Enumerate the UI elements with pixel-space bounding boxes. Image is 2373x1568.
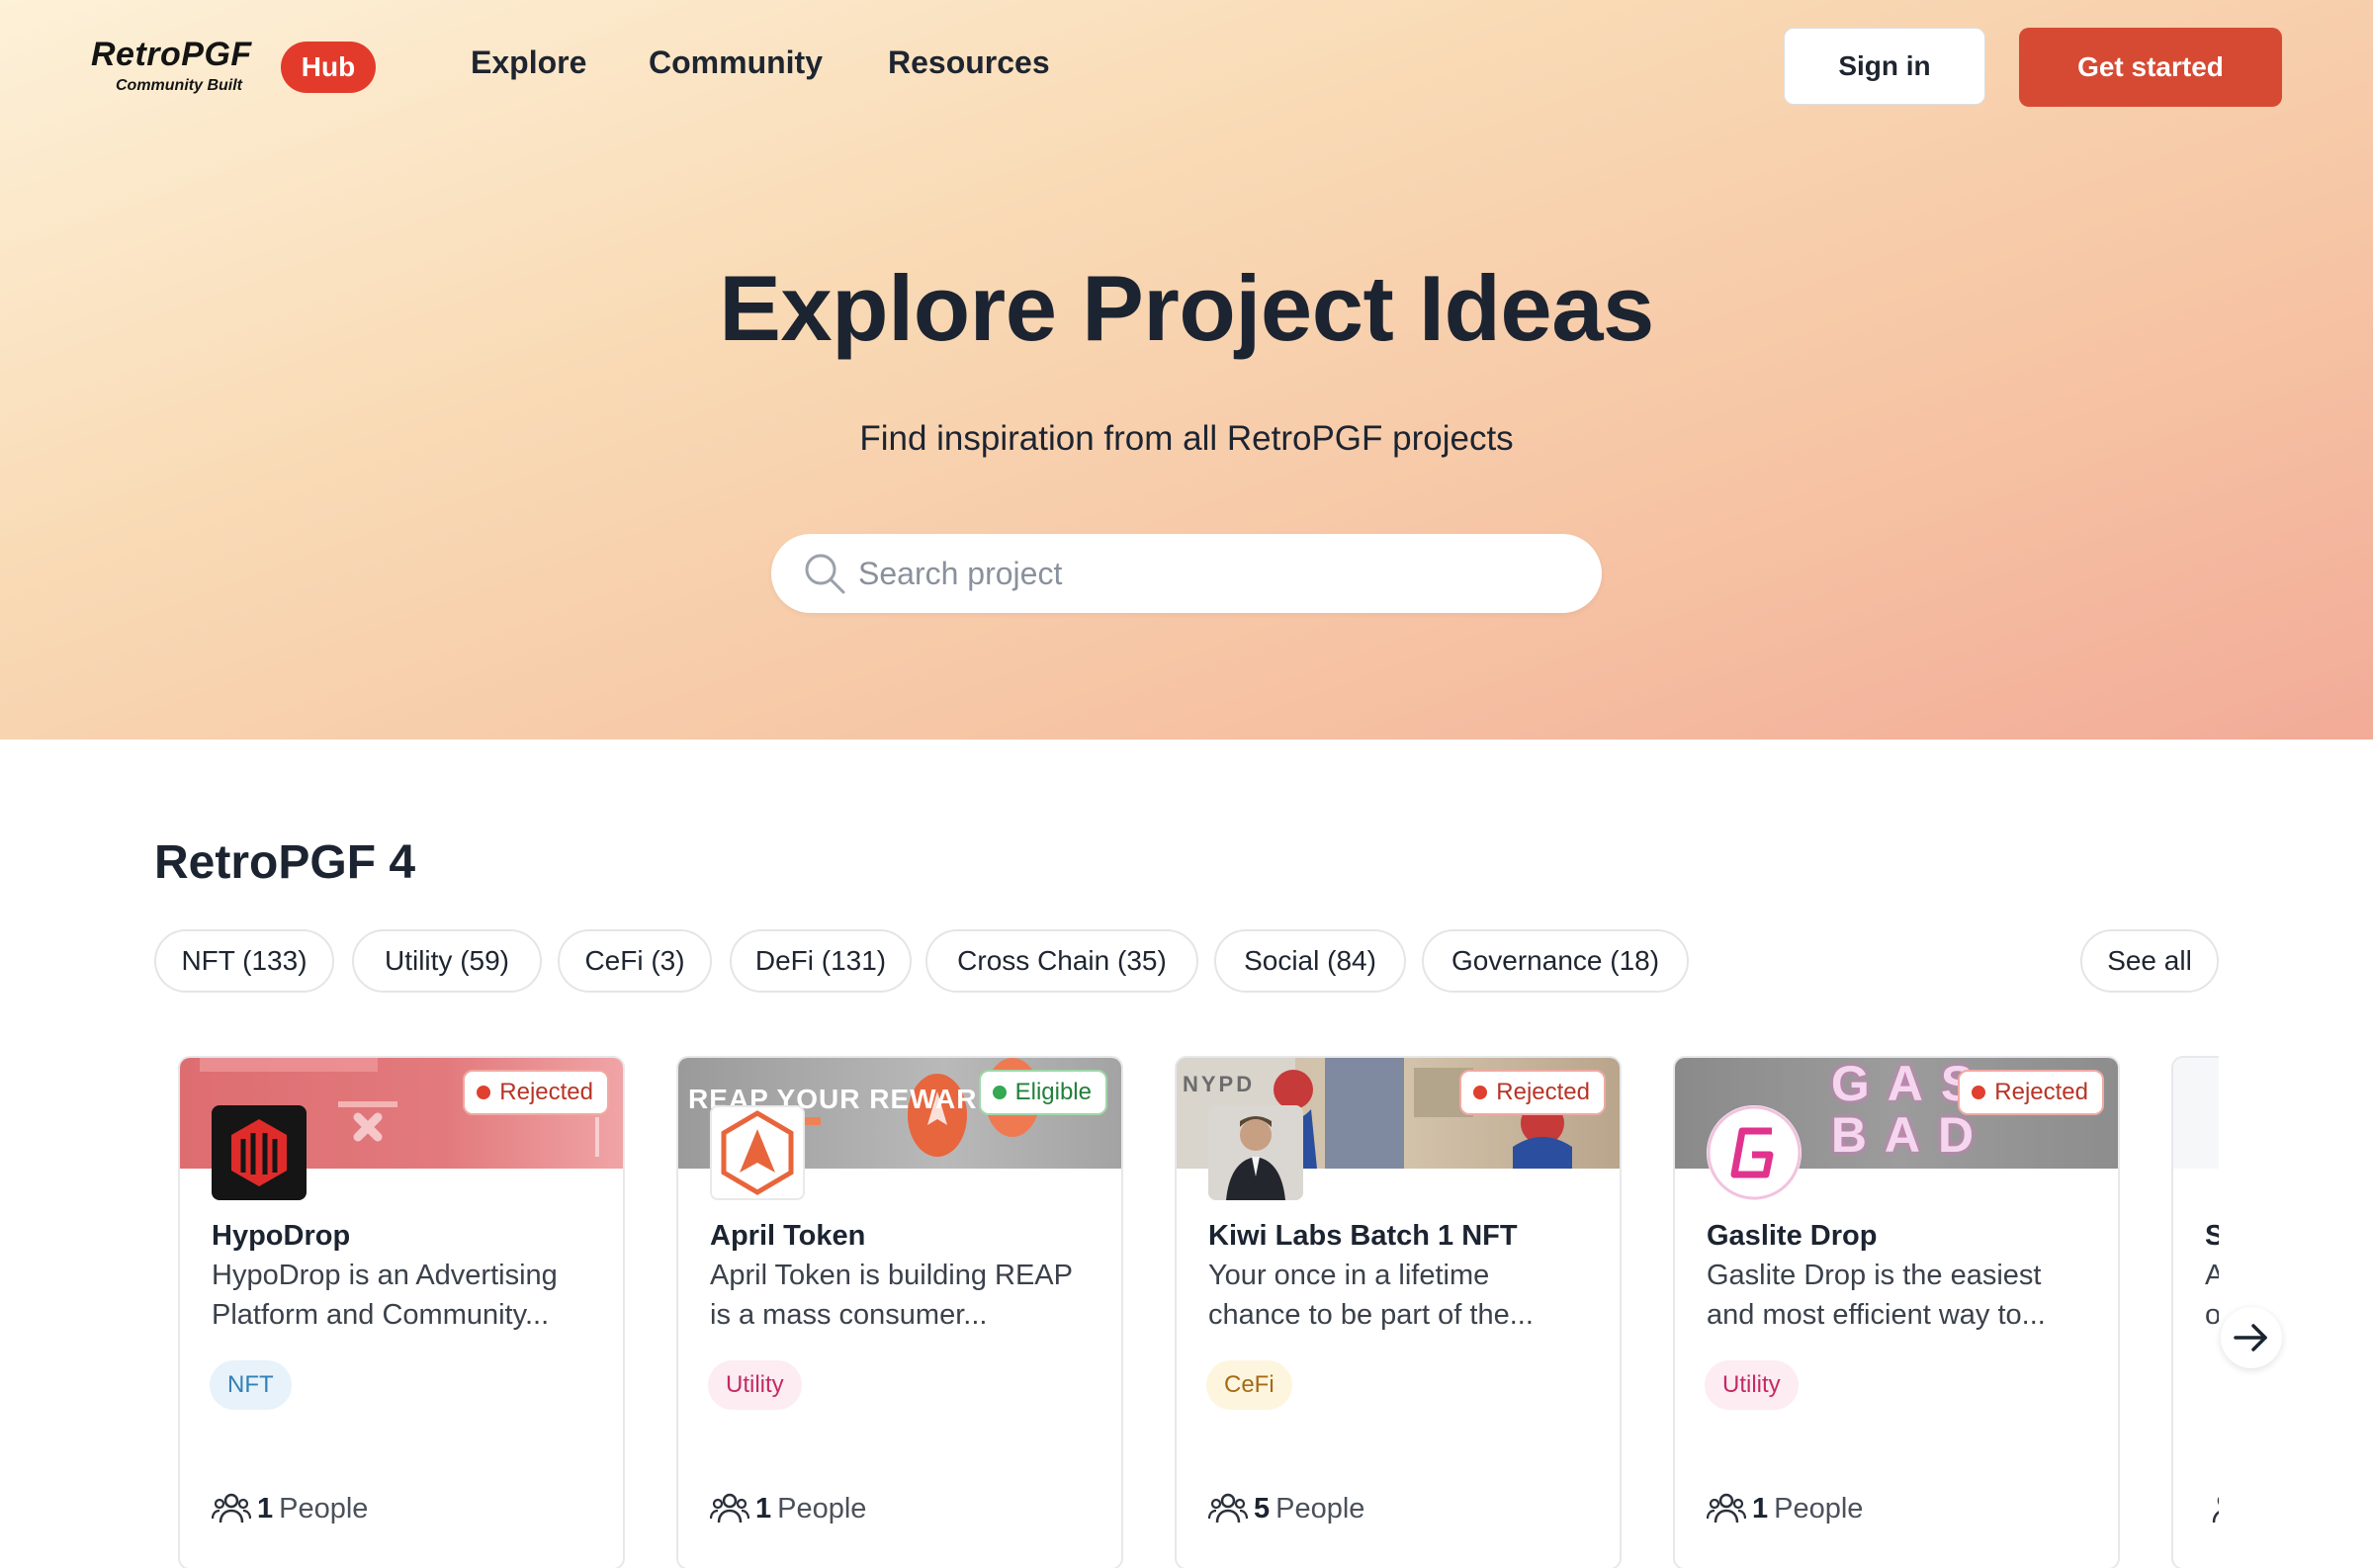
page-subtitle: Find inspiration from all RetroPGF proje… xyxy=(859,419,1514,458)
kiwi-labs-logo-icon xyxy=(1208,1105,1303,1200)
people-icon xyxy=(2212,1496,2219,1524)
project-card-partial[interactable]: S A o xyxy=(2171,1056,2219,1568)
description-line: o xyxy=(2205,1295,2219,1335)
project-name: HypoDrop xyxy=(212,1220,351,1252)
project-card-hypodrop[interactable]: Rejected HypoDrop HypoDrop is an Adverti… xyxy=(178,1056,625,1568)
status-label: Rejected xyxy=(499,1079,593,1105)
project-carousel: Rejected HypoDrop HypoDrop is an Adverti… xyxy=(170,1048,2219,1568)
status-badge: Eligible xyxy=(978,1070,1107,1115)
category-chip-nft[interactable]: NFT (133) xyxy=(154,929,334,993)
project-name: April Token xyxy=(710,1220,866,1252)
category-tag: NFT xyxy=(210,1360,292,1410)
hub-badge: Hub xyxy=(281,42,376,93)
project-name: Kiwi Labs Batch 1 NFT xyxy=(1208,1220,1518,1252)
project-description: Your once in a lifetime chance to be par… xyxy=(1208,1256,1594,1335)
sign-in-button[interactable]: Sign in xyxy=(1784,28,1985,105)
gaslite-logo-icon xyxy=(1707,1105,1802,1200)
people-count: 1 People xyxy=(710,1489,866,1528)
category-tag: CeFi xyxy=(1206,1360,1292,1410)
status-badge: Rejected xyxy=(463,1070,609,1115)
project-card-april-token[interactable]: REAP YOUR REWARDS Eligible April Token A… xyxy=(676,1056,1123,1568)
retropgf-logo[interactable]: RetroPGF Community Built xyxy=(91,36,264,97)
get-started-button[interactable]: Get started xyxy=(2019,28,2282,107)
nav-link-community[interactable]: Community xyxy=(649,44,823,81)
project-description: Gaslite Drop is the easiest and most eff… xyxy=(1707,1256,2092,1335)
description-line: Platform and Community... xyxy=(212,1299,550,1331)
project-card-kiwi-labs[interactable]: NYPD Rejected Kiwi Labs Batch 1 NFT Your… xyxy=(1175,1056,1622,1568)
search-bar xyxy=(771,534,1602,613)
description-line: HypoDrop is an Advertising xyxy=(212,1260,558,1291)
project-logo xyxy=(1208,1105,1303,1200)
page-title: Explore Project Ideas xyxy=(719,256,1654,360)
status-dot xyxy=(1473,1086,1488,1099)
category-chip-cross-chain[interactable]: Cross Chain (35) xyxy=(925,929,1198,993)
people-number: 5 xyxy=(1254,1492,1271,1524)
project-description: A o xyxy=(2205,1256,2219,1335)
description-line: Your once in a lifetime xyxy=(1208,1260,1490,1291)
project-description: HypoDrop is an Advertising Platform and … xyxy=(212,1256,597,1335)
status-badge: Rejected xyxy=(1459,1070,1606,1115)
description-line: April Token is building REAP xyxy=(710,1260,1073,1291)
people-label: People xyxy=(777,1492,867,1524)
status-dot xyxy=(477,1086,491,1099)
status-badge: Rejected xyxy=(1958,1070,2104,1115)
logo-title: RetroPGF xyxy=(91,36,252,73)
status-dot xyxy=(1972,1086,1986,1099)
status-label: Eligible xyxy=(1014,1079,1092,1105)
status-label: Rejected xyxy=(1994,1079,2088,1105)
people-count: 1 People xyxy=(212,1489,368,1528)
nav-link-explore[interactable]: Explore xyxy=(471,44,586,81)
project-name: Gaslite Drop xyxy=(1707,1220,1878,1252)
status-label: Rejected xyxy=(1496,1079,1590,1105)
see-all-button[interactable]: See all xyxy=(2080,929,2219,993)
status-dot xyxy=(992,1086,1007,1099)
carousel-next-button[interactable] xyxy=(2221,1307,2282,1368)
people-count: 1 People xyxy=(1707,1489,1863,1528)
project-logo xyxy=(1707,1105,1802,1200)
nav-link-resources[interactable]: Resources xyxy=(888,44,1050,81)
project-logo xyxy=(710,1105,805,1200)
april-token-logo-icon xyxy=(721,1110,794,1195)
project-logo xyxy=(212,1105,307,1200)
description-line: and most efficient way to... xyxy=(1707,1299,2046,1331)
people-icon xyxy=(1208,1493,1248,1524)
description-line: is a mass consumer... xyxy=(710,1299,988,1331)
search-icon xyxy=(805,554,845,594)
category-chip-utility[interactable]: Utility (59) xyxy=(352,929,542,993)
people-icon xyxy=(1707,1493,1746,1524)
section-title: RetroPGF 4 xyxy=(154,836,416,889)
people-label: People xyxy=(279,1492,369,1524)
people-icon xyxy=(710,1493,749,1524)
people-number: 1 xyxy=(1752,1492,1769,1524)
project-name: S xyxy=(2205,1220,2219,1253)
card-banner-image xyxy=(2173,1058,2219,1169)
logo-subtitle: Community Built xyxy=(116,77,242,94)
description-line: Gaslite Drop is the easiest xyxy=(1707,1260,2042,1291)
description-line: A xyxy=(2205,1256,2219,1295)
people-count: 5 People xyxy=(1208,1489,1364,1528)
category-chip-defi[interactable]: DeFi (131) xyxy=(730,929,912,993)
people-count xyxy=(2205,1489,2219,1528)
banner-text: NYPD xyxy=(1183,1072,1256,1096)
search-input[interactable] xyxy=(858,534,1570,613)
category-tag: Utility xyxy=(1705,1360,1799,1410)
people-number: 1 xyxy=(755,1492,772,1524)
hero-section: RetroPGF Community Built Hub Explore Com… xyxy=(0,0,2373,740)
category-chip-cefi[interactable]: CeFi (3) xyxy=(558,929,712,993)
people-label: People xyxy=(1774,1492,1864,1524)
category-chip-governance[interactable]: Governance (18) xyxy=(1422,929,1689,993)
project-card-gaslite-drop[interactable]: GAS BAD Rejected Gaslite Drop Gaslite Dr… xyxy=(1673,1056,2120,1568)
people-number: 1 xyxy=(257,1492,274,1524)
top-nav: RetroPGF Community Built Hub Explore Com… xyxy=(0,0,2373,134)
hypodrop-logo-icon xyxy=(231,1119,287,1186)
description-line: chance to be part of the... xyxy=(1208,1299,1534,1331)
category-chip-social[interactable]: Social (84) xyxy=(1214,929,1406,993)
category-tag: Utility xyxy=(708,1360,802,1410)
arrow-right-icon xyxy=(2234,1324,2267,1351)
people-icon xyxy=(212,1493,251,1524)
people-label: People xyxy=(1275,1492,1365,1524)
project-description: April Token is building REAP is a mass c… xyxy=(710,1256,1096,1335)
